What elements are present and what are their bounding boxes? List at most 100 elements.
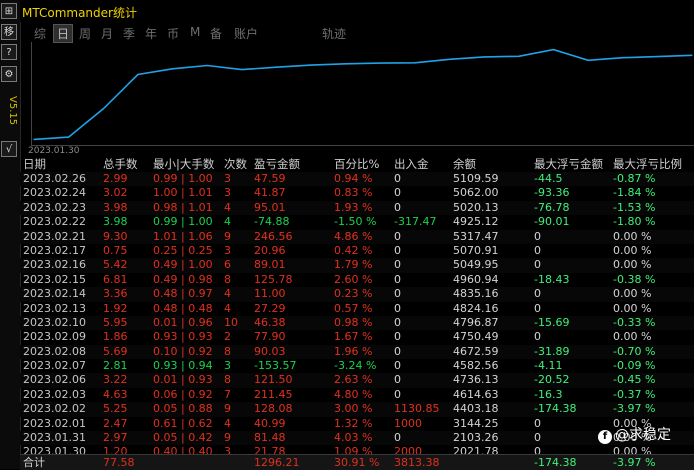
table-row[interactable]: 2023.02.15 6.81 0.49 | 0.98 8 125.78 2.60 % 0 4… [20, 273, 694, 287]
cell-balance: 4582.56 [453, 359, 499, 373]
tab-week[interactable]: 周 [79, 25, 91, 42]
table-row[interactable]: 2023.02.07 2.81 0.93 | 0.94 3 -153.57 -3.24 %… [20, 359, 694, 373]
balance-point [379, 62, 381, 64]
cell-profit: -153.57 [254, 359, 297, 373]
cell-profit: 90.03 [254, 344, 286, 358]
header-lots[interactable]: 总手数 [103, 156, 138, 172]
cell-io: 0 [394, 287, 401, 301]
cell-pct: 2.60 % [334, 272, 373, 286]
cell-profit: 125.78 [254, 272, 293, 286]
table-row[interactable]: 2023.01.31 2.97 0.05 | 0.42 9 81.48 4.03 % 0 21… [20, 431, 694, 446]
header-balance[interactable]: 余额 [453, 156, 476, 172]
cell-date: 2023.02.02 [23, 402, 86, 416]
check-button[interactable]: √ [1, 141, 17, 157]
cell-pct: 2.63 % [334, 373, 373, 387]
tab-year[interactable]: 年 [145, 25, 157, 42]
tab-summary[interactable]: 综 [34, 25, 46, 42]
balance-point [345, 63, 347, 65]
header-deposit[interactable]: 出入金 [394, 156, 429, 172]
table-row[interactable]: 2023.02.08 5.69 0.10 | 0.92 8 90.03 1.96 % 0 46… [20, 344, 694, 360]
cell-balance: 4835.16 [453, 287, 499, 301]
table-row[interactable]: 2023.02.23 3.98 0.98 | 1.01 4 95.01 1.93 % 0 50… [20, 200, 694, 216]
title-bar: MTCommander统计 [20, 0, 694, 22]
daily-stats-table: 日期 总手数 最小|大手数 次数 盈亏金额 百分比% 出入金 余额 最大浮亏金额… [20, 156, 694, 460]
table-row[interactable]: 2023.02.14 3.36 0.48 | 0.97 4 11.00 0.23 % 0 48… [20, 287, 694, 302]
table-row[interactable]: 2023.02.13 1.92 0.48 | 0.48 4 27.29 0.57 % 0 48… [20, 302, 694, 316]
cell-pct: 4.80 % [334, 387, 373, 401]
cell-pct: 0.23 % [334, 287, 373, 301]
cell-profit: -74.88 [254, 215, 290, 229]
grid-icon[interactable]: ⊞ [1, 3, 17, 19]
header-date[interactable]: 日期 [23, 156, 46, 172]
cell-io: 0 [394, 272, 401, 286]
cell-minmax: 0.49 | 0.98 [153, 272, 213, 286]
table-row[interactable]: 2023.02.09 1.86 0.93 | 0.93 2 77.90 1.67 % 0 47… [20, 330, 694, 344]
cell-lots: 3.98 [103, 200, 128, 214]
table-row[interactable]: 2023.02.16 5.42 0.49 | 1.00 6 89.01 1.79 % 0 50… [20, 258, 694, 273]
cell-date: 2023.02.09 [23, 330, 86, 344]
cell-pct: 0.57 % [334, 301, 373, 315]
table-row[interactable]: 2023.02.02 5.25 0.05 | 0.88 9 128.08 3.00 % 11… [20, 402, 694, 417]
tab-day[interactable]: 日 [53, 24, 74, 43]
cell-count: 3 [224, 359, 231, 373]
balance-point [483, 56, 485, 58]
tab-magic[interactable]: M [190, 25, 200, 39]
tab-trajectory[interactable]: 轨迹 [322, 25, 346, 42]
tab-quarter[interactable]: 季 [123, 25, 135, 42]
table-row[interactable]: 2023.02.26 2.99 0.99 | 1.00 3 47.59 0.94 % 0 51… [20, 172, 694, 187]
table-row[interactable]: 2023.02.22 3.98 0.99 | 1.00 4 -74.88 -1.50 % -… [20, 215, 694, 229]
table-row[interactable]: 2023.02.01 2.47 0.61 | 0.62 4 40.99 1.32 % 100… [20, 417, 694, 431]
cell-pct: 1.79 % [334, 258, 373, 272]
tab-month[interactable]: 月 [101, 25, 113, 42]
header-profit[interactable]: 盈亏金额 [254, 156, 300, 172]
table-row[interactable]: 2023.02.21 9.30 1.01 | 1.06 9 246.56 4.86 % 0 5… [20, 229, 694, 244]
cell-profit: 95.01 [254, 200, 286, 214]
header-percent[interactable]: 百分比% [334, 156, 379, 172]
total-percent: 30.91 % [334, 456, 380, 469]
cell-date: 2023.02.07 [23, 359, 86, 373]
header-max-float-ratio[interactable]: 最大浮亏比例 [613, 156, 682, 172]
cell-float: 0 [534, 287, 541, 301]
table-row[interactable]: 2023.02.10 5.95 0.01 | 0.96 10 46.38 0.98 % 0 4… [20, 315, 694, 331]
cell-lots: 5.69 [103, 344, 128, 358]
cell-floatpct: -0.09 % [613, 359, 656, 373]
table-row[interactable]: 2023.02.24 3.02 1.00 | 1.01 3 41.87 0.83 % 0 50… [20, 186, 694, 200]
move-button[interactable]: 移 [1, 24, 17, 40]
cell-io: 0 [394, 373, 401, 387]
cell-profit: 121.50 [254, 373, 293, 387]
header-minmax[interactable]: 最小|大手数 [153, 156, 214, 172]
cell-float: 0 [534, 258, 541, 272]
cell-profit: 81.48 [254, 431, 286, 445]
balance-point [518, 55, 520, 57]
header-max-float-loss[interactable]: 最大浮亏金额 [534, 156, 603, 172]
cell-float: -31.89 [534, 344, 570, 358]
version-label: V5.15 [7, 96, 18, 126]
tab-currency[interactable]: 币 [167, 25, 179, 42]
table-row[interactable]: 2023.02.03 4.63 0.06 | 0.92 7 211.45 4.80 % 0 4… [20, 388, 694, 402]
cell-io: 0 [394, 229, 401, 243]
balance-point [68, 136, 70, 138]
cell-minmax: 0.05 | 0.88 [153, 402, 213, 416]
cell-float: -18.43 [534, 272, 570, 286]
table-row[interactable]: 2023.02.06 3.22 0.01 | 0.93 8 121.50 2.63 % 0 4… [20, 373, 694, 388]
cell-float: -93.36 [534, 186, 570, 200]
cell-pct: 1.93 % [334, 200, 373, 214]
cell-count: 3 [224, 243, 231, 257]
balance-point [137, 73, 139, 76]
cell-minmax: 0.05 | 0.42 [153, 431, 213, 445]
cell-floatpct: -0.33 % [613, 315, 656, 329]
cell-io: 0 [394, 330, 401, 344]
tab-account[interactable]: 账户 [234, 25, 258, 42]
help-button[interactable]: ? [1, 44, 17, 60]
settings-icon[interactable]: ⚙ [1, 66, 17, 82]
cell-balance: 5070.91 [453, 243, 499, 257]
cell-float: 0 [534, 431, 541, 445]
cell-profit: 46.38 [254, 315, 286, 329]
tab-note[interactable]: 备 [210, 25, 222, 42]
balance-point [206, 64, 208, 67]
cell-io: 1130.85 [394, 402, 440, 416]
table-row[interactable]: 2023.02.17 0.75 0.25 | 0.25 3 20.96 0.42 % 0 50… [20, 244, 694, 258]
header-count[interactable]: 次数 [224, 156, 247, 172]
cell-io: 0 [394, 315, 401, 329]
cell-minmax: 0.61 | 0.62 [153, 416, 213, 430]
